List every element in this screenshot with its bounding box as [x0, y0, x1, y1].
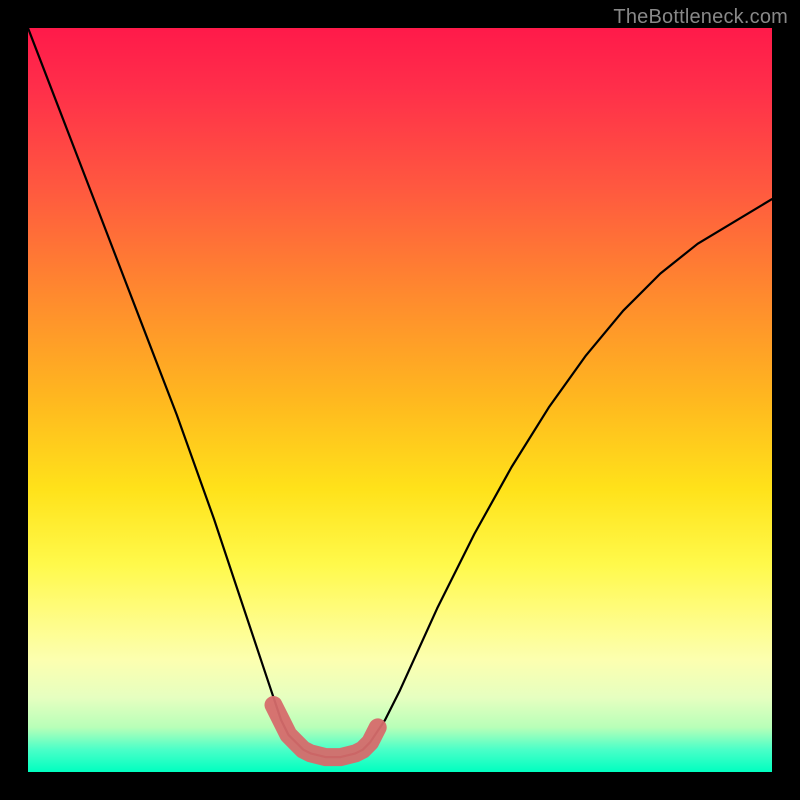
chart-frame — [28, 28, 772, 772]
watermark-text: TheBottleneck.com — [613, 6, 788, 29]
trough-highlight — [274, 705, 378, 757]
chart-svg — [28, 28, 772, 772]
curve-line — [28, 28, 772, 757]
